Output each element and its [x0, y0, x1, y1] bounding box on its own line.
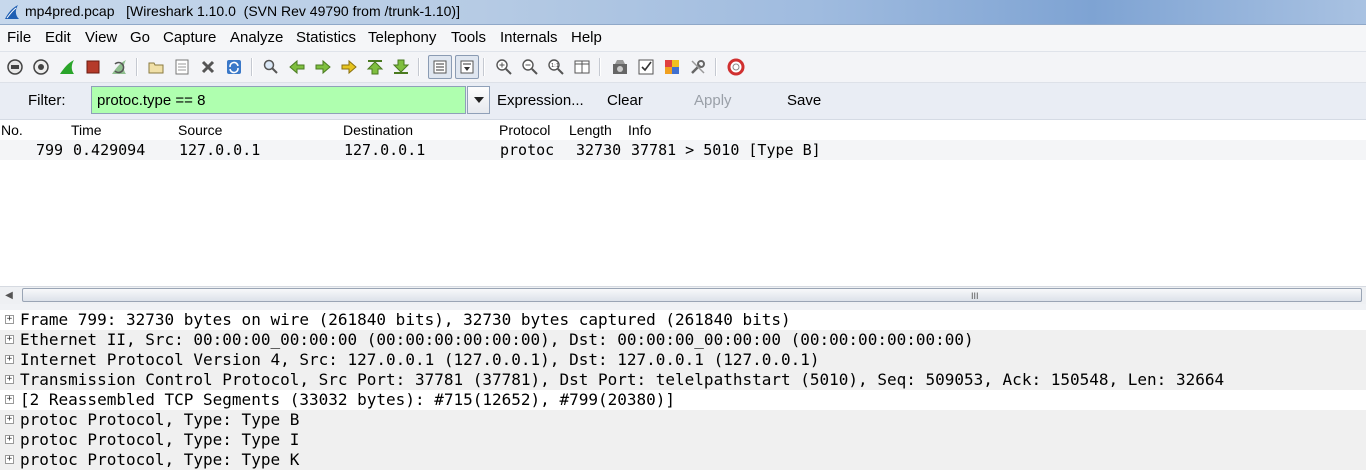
detail-row-protoc-b[interactable]: + protoc Protocol, Type: Type B — [0, 410, 1366, 430]
detail-row-reassembled[interactable]: + [2 Reassembled TCP Segments (33032 byt… — [0, 390, 1366, 410]
column-header-time[interactable]: Time — [71, 122, 102, 138]
expand-icon[interactable]: + — [5, 375, 14, 384]
last-packet-icon[interactable] — [391, 57, 411, 77]
packet-protocol: protoc — [500, 141, 555, 159]
chevron-down-icon — [473, 97, 484, 103]
display-filter-input[interactable] — [91, 86, 466, 114]
save-icon[interactable] — [172, 57, 192, 77]
packet-list-pane: No. Time Source Destination Protocol Len… — [0, 120, 1366, 286]
coloring-rules-icon[interactable] — [662, 57, 682, 77]
filter-history-dropdown[interactable] — [467, 86, 490, 114]
scrollbar-thumb[interactable]: III — [22, 288, 1362, 302]
title-bar: mp4pred.pcap [Wireshark 1.10.0 (SVN Rev … — [0, 0, 1366, 25]
detail-row-frame[interactable]: + Frame 799: 32730 bytes on wire (261840… — [0, 310, 1366, 330]
wireshark-fin-icon — [5, 5, 19, 19]
expand-icon[interactable]: + — [5, 315, 14, 324]
menu-view[interactable]: View — [85, 29, 117, 46]
menu-file[interactable]: File — [7, 29, 31, 46]
menu-help[interactable]: Help — [571, 29, 602, 46]
packet-list-hscrollbar[interactable]: ◀ III — [0, 286, 1366, 305]
main-toolbar: 1:1 — [0, 52, 1366, 83]
clear-button[interactable]: Clear — [607, 92, 643, 109]
column-header-info[interactable]: Info — [628, 122, 651, 138]
zoom-out-icon[interactable] — [520, 57, 540, 77]
help-icon[interactable] — [726, 57, 746, 77]
capture-filters-icon[interactable] — [610, 57, 630, 77]
toolbar-separator — [136, 58, 138, 76]
detail-row-protoc-k[interactable]: + protoc Protocol, Type: Type K — [0, 450, 1366, 470]
expand-icon[interactable]: + — [5, 395, 14, 404]
menu-go[interactable]: Go — [130, 29, 150, 46]
stop-capture-icon[interactable] — [83, 57, 103, 77]
column-header-destination[interactable]: Destination — [343, 122, 413, 138]
open-icon[interactable] — [146, 57, 166, 77]
expand-icon[interactable]: + — [5, 355, 14, 364]
toolbar-separator — [418, 58, 420, 76]
column-header-no[interactable]: No. — [1, 122, 23, 138]
start-capture-icon[interactable] — [57, 57, 77, 77]
toolbar-separator — [599, 58, 601, 76]
svg-text:1:1: 1:1 — [551, 63, 559, 69]
toolbar-separator — [483, 58, 485, 76]
menu-edit[interactable]: Edit — [45, 29, 71, 46]
preferences-icon[interactable] — [688, 57, 708, 77]
close-icon[interactable] — [198, 57, 218, 77]
goto-icon[interactable] — [339, 57, 359, 77]
menu-internals[interactable]: Internals — [500, 29, 558, 46]
column-header-protocol[interactable]: Protocol — [499, 122, 550, 138]
interfaces-icon[interactable] — [5, 57, 25, 77]
resize-columns-icon[interactable] — [572, 57, 592, 77]
restart-capture-icon[interactable] — [109, 57, 129, 77]
toolbar-separator — [715, 58, 717, 76]
menu-analyze[interactable]: Analyze — [230, 29, 283, 46]
filter-toolbar: Filter: Expression... Clear Apply Save — [0, 83, 1366, 120]
expression-button[interactable]: Expression... — [497, 92, 584, 109]
autoscroll-icon[interactable] — [455, 55, 479, 79]
toolbar-separator — [251, 58, 253, 76]
window-title: mp4pred.pcap [Wireshark 1.10.0 (SVN Rev … — [25, 3, 460, 19]
forward-icon[interactable] — [313, 57, 333, 77]
packet-time: 0.429094 — [73, 141, 146, 159]
menu-capture[interactable]: Capture — [163, 29, 216, 46]
expand-icon[interactable]: + — [5, 455, 14, 464]
zoom-in-icon[interactable] — [494, 57, 514, 77]
normal-size-icon[interactable]: 1:1 — [546, 57, 566, 77]
detail-row-tcp[interactable]: + Transmission Control Protocol, Src Por… — [0, 370, 1366, 390]
scroll-left-arrow-icon[interactable]: ◀ — [0, 287, 18, 304]
find-icon[interactable] — [261, 57, 281, 77]
column-header-length[interactable]: Length — [569, 122, 612, 138]
reload-icon[interactable] — [224, 57, 244, 77]
colorize-icon[interactable] — [428, 55, 452, 79]
column-header-source[interactable]: Source — [178, 122, 222, 138]
packet-details-pane: + Frame 799: 32730 bytes on wire (261840… — [0, 310, 1366, 475]
expand-icon[interactable]: + — [5, 435, 14, 444]
detail-row-ipv4[interactable]: + Internet Protocol Version 4, Src: 127.… — [0, 350, 1366, 370]
save-filter-button[interactable]: Save — [787, 92, 821, 109]
back-icon[interactable] — [287, 57, 307, 77]
apply-button[interactable]: Apply — [694, 92, 732, 109]
expand-icon[interactable]: + — [5, 415, 14, 424]
packet-length: 32730 — [576, 141, 622, 159]
options-icon[interactable] — [31, 57, 51, 77]
detail-row-protoc-i[interactable]: + protoc Protocol, Type: Type I — [0, 430, 1366, 450]
filter-label: Filter: — [28, 92, 66, 109]
scrollbar-grip: III — [971, 291, 979, 301]
menu-telephony[interactable]: Telephony — [368, 29, 436, 46]
expand-icon[interactable]: + — [5, 335, 14, 344]
menu-bar: File Edit View Go Capture Analyze Statis… — [0, 25, 1366, 52]
packet-no: 799 — [36, 141, 64, 159]
menu-statistics[interactable]: Statistics — [296, 29, 356, 46]
display-filters-icon[interactable] — [636, 57, 656, 77]
packet-row[interactable]: 799 0.429094 127.0.0.1 127.0.0.1 protoc … — [0, 140, 1366, 160]
detail-row-ethernet[interactable]: + Ethernet II, Src: 00:00:00_00:00:00 (0… — [0, 330, 1366, 350]
packet-source: 127.0.0.1 — [179, 141, 261, 159]
packet-list-header: No. Time Source Destination Protocol Len… — [0, 120, 1366, 140]
packet-destination: 127.0.0.1 — [344, 141, 426, 159]
packet-info: 37781 > 5010 [Type B] — [631, 141, 821, 159]
first-packet-icon[interactable] — [365, 57, 385, 77]
menu-tools[interactable]: Tools — [451, 29, 486, 46]
